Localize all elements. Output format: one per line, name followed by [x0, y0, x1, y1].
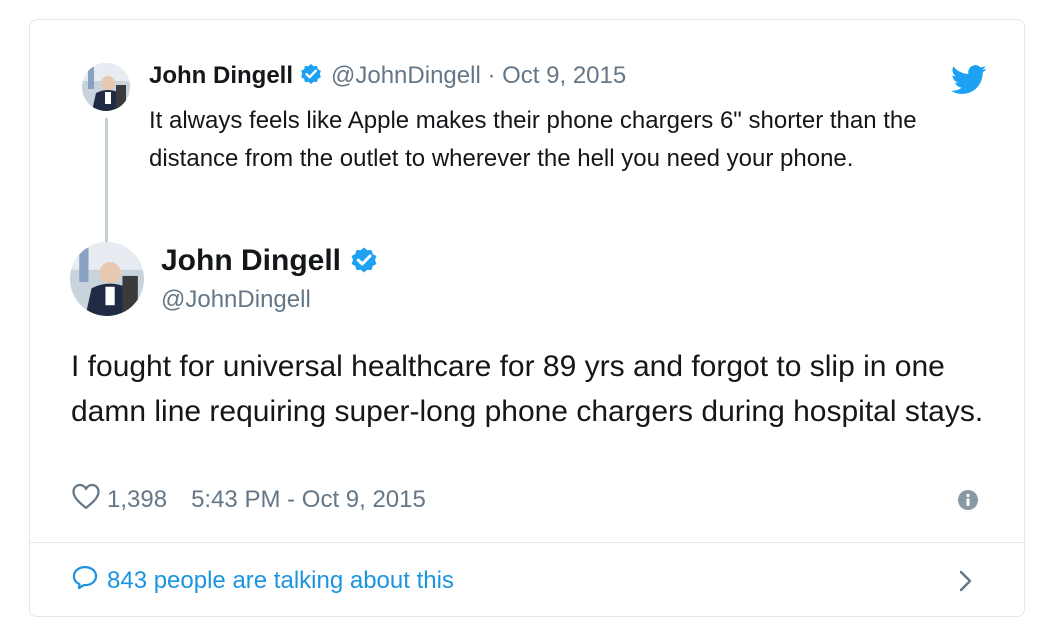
verified-badge-icon	[299, 62, 323, 93]
quoted-tweet-text: It always feels like Apple makes their p…	[149, 107, 917, 172]
speech-bubble-icon	[71, 564, 99, 597]
twitter-bird-icon[interactable]	[951, 65, 987, 100]
author-handle[interactable]: @JohnDingell	[161, 286, 311, 314]
talking-count-text[interactable]: 843 people are talking about this	[107, 567, 454, 595]
heart-icon[interactable]	[71, 482, 101, 517]
verified-badge-icon	[349, 245, 379, 283]
tweet-timestamp[interactable]: 5:43 PM - Oct 9, 2015	[191, 486, 426, 514]
tweet-text: I fought for universal healthcare for 89…	[71, 350, 984, 428]
conversation-link[interactable]: 843 people are talking about this	[71, 564, 454, 597]
like-count[interactable]: 1,398	[107, 486, 167, 514]
quoted-author-name[interactable]: John Dingell	[149, 62, 293, 89]
author-name-row: John Dingell	[161, 244, 379, 283]
quoted-avatar[interactable]	[82, 63, 130, 111]
quoted-header: John Dingell @JohnDingell · Oct 9, 2015	[149, 62, 626, 93]
info-icon[interactable]	[957, 489, 979, 516]
author-avatar[interactable]	[70, 242, 144, 316]
card-divider	[30, 542, 1024, 543]
author-name[interactable]: John Dingell	[161, 244, 341, 277]
tweet-embed-card: John Dingell @JohnDingell · Oct 9, 2015 I…	[29, 19, 1025, 617]
quoted-handle[interactable]: @JohnDingell	[331, 62, 481, 89]
thread-connector	[105, 118, 108, 258]
chevron-right-icon[interactable]	[958, 569, 974, 598]
meta-separator: ·	[487, 62, 496, 89]
quoted-date[interactable]: Oct 9, 2015	[502, 62, 626, 89]
tweet-meta-row: 1,398 5:43 PM - Oct 9, 2015	[71, 482, 426, 517]
